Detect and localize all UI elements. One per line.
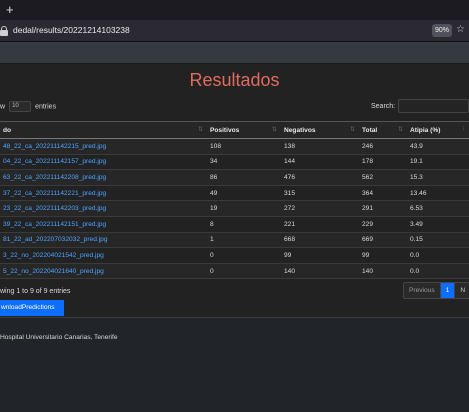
cell-negativos: 476 [281,169,359,186]
site-navbar [0,42,469,64]
bookmark-star-icon[interactable]: ☆ [456,23,465,37]
table-row: 04_22_ca_202211142157_pred.jpg 34 144 178 19… [0,154,469,171]
cell-positivos: 0 [207,247,281,264]
pagination-next[interactable]: N [455,283,469,298]
cell-positivos: 0 [207,263,281,280]
cell-total: 229 [359,216,407,233]
cell-total: 99 [359,247,407,264]
file-link[interactable]: 37_22_ca_202211142221_pred.jpg [0,185,207,202]
cell-atipia: 43.9 [407,138,469,155]
cell-negativos: 221 [281,216,359,233]
cell-positivos: 8 [207,216,281,233]
new-tab-button[interactable]: + [6,2,14,18]
table-row: 81_22_ad_202207032032_pred.jpg 1 668 669 0.1… [0,232,469,249]
lock-icon [0,26,8,36]
pagination: Previous 1 N [403,282,469,299]
cell-positivos: 49 [207,185,281,202]
col-header-file[interactable]: do ⇅ [0,121,207,139]
cell-positivos: 34 [207,154,281,171]
table-row: 3_22_no_202204021542_pred.jpg 0 99 99 0.0 [0,247,469,264]
url-text[interactable]: dedal/results/20221214103238 [13,24,130,37]
table-row: 37_22_ca_202211142221_pred.jpg 49 315 364 13… [0,185,469,202]
file-link[interactable]: 5_22_no_202204021640_pred.jpg [0,263,207,280]
cell-atipia: 0.0 [407,263,469,280]
cell-total: 178 [359,154,407,171]
cell-negativos: 144 [281,154,359,171]
table-row: 63_22_ca_202211142208_pred.jpg 86 476 562 15… [0,169,469,186]
cell-positivos: 108 [207,138,281,155]
table-row: 39_22_ca_202211142151_pred.jpg 8 221 229 3.4… [0,216,469,233]
entries-select[interactable]: 10 [9,101,32,112]
cell-positivos: 19 [207,200,281,217]
cell-atipia: 0.0 [407,247,469,264]
cell-negativos: 138 [281,138,359,155]
cell-negativos: 315 [281,185,359,202]
length-prefix: w [0,103,6,111]
file-link[interactable]: 81_22_ad_202207032032_pred.jpg [0,232,207,249]
length-suffix: entries [35,103,57,111]
cell-atipia: 15.3 [407,169,469,186]
file-link[interactable]: 3_22_no_202204021542_pred.jpg [0,247,207,264]
browser-tab-strip: + [0,0,469,20]
cell-atipia: 19.1 [407,154,469,171]
results-table: do ⇅ Positivos ⇅ Negativos ⇅ Total ⇅ Atipia … [0,121,469,280]
col-header-total[interactable]: Total ⇅ [359,121,407,139]
cell-negativos: 140 [281,263,359,280]
col-header-atipia[interactable]: Atipia (%) ↓ [407,121,469,139]
file-link[interactable]: 48_22_ca_202211142215_pred.jpg [0,138,207,155]
file-link[interactable]: 23_22_ca_202211142203_pred.jpg [0,200,207,217]
cell-total: 246 [359,138,407,155]
footer-text: Hospital Universitario Canarias, Tenerif… [0,334,118,341]
table-row: 48_22_ca_202211142215_pred.jpg 108 138 246 4… [0,138,469,155]
cell-atipia: 3.49 [407,216,469,233]
file-link[interactable]: 39_22_ca_202211142151_pred.jpg [0,216,207,233]
col-header-positivos[interactable]: Positivos ⇅ [207,121,281,139]
table-info: wing 1 to 9 of 9 entries [0,288,71,295]
pagination-previous[interactable]: Previous [404,283,441,298]
cell-negativos: 99 [281,247,359,264]
table-row: 5_22_no_202204021640_pred.jpg 0 140 140 0.0 [0,263,469,280]
cell-atipia: 0.15 [407,232,469,249]
cell-total: 291 [359,200,407,217]
download-predictions-button[interactable]: wnloadPredictions [0,300,64,316]
cell-total: 364 [359,185,407,202]
col-header-negativos[interactable]: Negativos ⇅ [281,121,359,139]
file-link[interactable]: 04_22_ca_202211142157_pred.jpg [0,154,207,171]
cell-total: 669 [359,232,407,249]
file-link[interactable]: 63_22_ca_202211142208_pred.jpg [0,169,207,186]
table-row: 23_22_ca_202211142203_pred.jpg 19 272 291 6.… [0,200,469,217]
table-header-row: do ⇅ Positivos ⇅ Negativos ⇅ Total ⇅ Atipia … [0,121,469,139]
search-input[interactable] [398,99,469,113]
url-bar[interactable]: dedal/results/20221214103238 90% ☆ [0,20,469,42]
footer: Hospital Universitario Canarias, Tenerif… [0,317,469,412]
page-title: Resultados [189,70,280,90]
cell-positivos: 1 [207,232,281,249]
cell-total: 140 [359,263,407,280]
search-label: Search: [371,103,396,110]
cell-atipia: 6.53 [407,200,469,217]
cell-atipia: 13.46 [407,185,469,202]
cell-positivos: 86 [207,169,281,186]
zoom-badge[interactable]: 90% [432,24,452,37]
pagination-page-1[interactable]: 1 [440,283,456,298]
cell-negativos: 272 [281,200,359,217]
entries-length-control: w 10 entries [0,101,56,113]
cell-negativos: 668 [281,232,359,249]
cell-total: 562 [359,169,407,186]
